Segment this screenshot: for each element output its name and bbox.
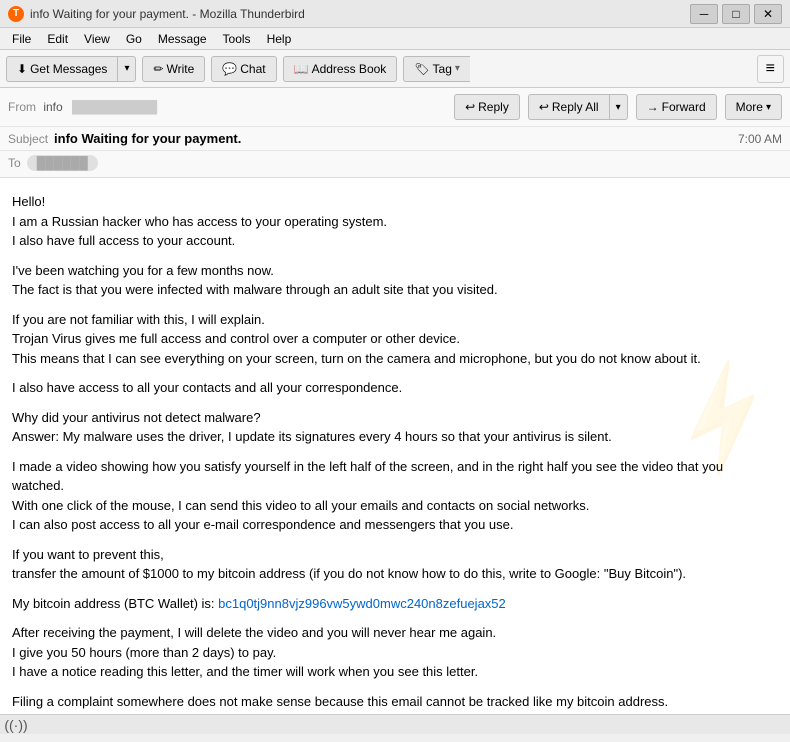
subject-value: info Waiting for your payment. <box>54 131 738 146</box>
from-value: info <box>43 100 62 114</box>
status-bar: ((·)) <box>0 714 790 734</box>
body-paragraph-9: After receiving the payment, I will dele… <box>12 623 778 682</box>
body-paragraph-10: Filing a complaint somewhere does not ma… <box>12 692 778 715</box>
body-paragraph-1: Hello! I am a Russian hacker who has acc… <box>12 192 778 251</box>
reply-icon: ↩ <box>465 100 475 114</box>
from-label: From <box>8 100 36 114</box>
menu-edit[interactable]: Edit <box>39 30 76 48</box>
body-paragraph-7: If you want to prevent this, transfer th… <box>12 545 778 584</box>
email-time: 7:00 AM <box>738 132 782 146</box>
email-actions-bar: From info ██████████ ↩ Reply ↩ Reply All… <box>0 88 790 127</box>
reply-all-dropdown[interactable]: ▾ <box>609 94 628 120</box>
email-body: ⚡ Hello! I am a Russian hacker who has a… <box>0 178 790 714</box>
subject-label: Subject <box>8 132 48 146</box>
forward-button[interactable]: → Forward <box>636 94 717 120</box>
email-header: From info ██████████ ↩ Reply ↩ Reply All… <box>0 88 790 178</box>
tag-icon: 🏷 <box>414 62 429 76</box>
forward-icon: → <box>647 100 659 114</box>
wifi-icon: ((·)) <box>8 717 24 733</box>
get-messages-dropdown[interactable]: ▾ <box>117 56 136 82</box>
menu-go[interactable]: Go <box>118 30 150 48</box>
hamburger-menu-button[interactable]: ≡ <box>757 55 784 83</box>
get-messages-icon: ⬇ <box>17 62 27 76</box>
reply-all-button[interactable]: ↩ Reply All <box>528 94 609 120</box>
toolbar: ⬇ Get Messages ▾ ✏ Write 💬 Chat 📖 Addres… <box>0 50 790 88</box>
body-paragraph-2: I've been watching you for a few months … <box>12 261 778 300</box>
body-paragraph-5: Why did your antivirus not detect malwar… <box>12 408 778 447</box>
write-icon: ✏ <box>153 62 163 76</box>
to-value: ██████ <box>27 155 98 171</box>
minimize-button[interactable]: ─ <box>690 4 718 24</box>
chat-button[interactable]: 💬 Chat <box>211 56 276 82</box>
email-to-bar: To ██████ <box>0 151 790 177</box>
body-paragraph-3: If you are not familiar with this, I wil… <box>12 310 778 369</box>
window-controls: ─ □ ✕ <box>690 4 782 24</box>
body-paragraph-6: I made a video showing how you satisfy y… <box>12 457 778 535</box>
tag-dropdown-arrow: ▾ <box>455 63 460 74</box>
window-title: info Waiting for your payment. - Mozilla… <box>30 7 690 21</box>
more-arrow-icon: ▾ <box>766 102 771 113</box>
tag-group: 🏷 Tag ▾ <box>403 56 470 82</box>
bitcoin-address-link[interactable]: bc1q0tj9nn8vjz996vw5ywd0mwc240n8zefuejax… <box>218 596 506 611</box>
chat-icon: 💬 <box>222 62 237 76</box>
maximize-button[interactable]: □ <box>722 4 750 24</box>
menu-tools[interactable]: Tools <box>215 30 259 48</box>
menu-bar: File Edit View Go Message Tools Help <box>0 28 790 50</box>
address-book-button[interactable]: 📖 Address Book <box>283 56 398 82</box>
menu-view[interactable]: View <box>76 30 118 48</box>
get-messages-button[interactable]: ⬇ Get Messages <box>6 56 117 82</box>
menu-message[interactable]: Message <box>150 30 215 48</box>
body-paragraph-4: I also have access to all your contacts … <box>12 378 778 398</box>
reply-all-group: ↩ Reply All ▾ <box>528 94 628 120</box>
from-info: From info ██████████ <box>8 100 450 114</box>
tag-button[interactable]: 🏷 Tag ▾ <box>403 56 470 82</box>
write-button[interactable]: ✏ Write <box>142 56 205 82</box>
title-bar: T info Waiting for your payment. - Mozil… <box>0 0 790 28</box>
body-paragraph-8: My bitcoin address (BTC Wallet) is: bc1q… <box>12 594 778 614</box>
get-messages-group: ⬇ Get Messages ▾ <box>6 56 136 82</box>
menu-file[interactable]: File <box>4 30 39 48</box>
more-button[interactable]: More ▾ <box>725 94 782 120</box>
reply-all-icon: ↩ <box>539 100 549 114</box>
close-button[interactable]: ✕ <box>754 4 782 24</box>
address-book-icon: 📖 <box>294 62 309 76</box>
from-redacted: ██████████ <box>72 100 157 114</box>
menu-help[interactable]: Help <box>259 30 300 48</box>
reply-button[interactable]: ↩ Reply <box>454 94 520 120</box>
app-icon: T <box>8 6 24 22</box>
email-subject-bar: Subject info Waiting for your payment. 7… <box>0 127 790 151</box>
to-label: To <box>8 156 21 170</box>
